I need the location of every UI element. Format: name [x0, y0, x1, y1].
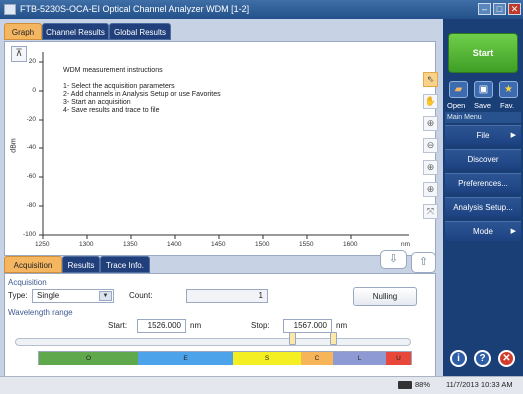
count-field[interactable]: 1 — [186, 289, 268, 303]
y-tick-label: -100 — [22, 231, 36, 238]
tab-channel-results[interactable]: Channel Results — [42, 23, 109, 40]
type-label: Type: — [8, 291, 28, 300]
save-label[interactable]: Save — [474, 101, 491, 110]
menu-discover[interactable]: Discover — [445, 149, 521, 169]
tab-trace-info[interactable]: Trace Info. — [100, 256, 150, 273]
tab-global-results[interactable]: Global Results — [109, 23, 171, 40]
main-area: Graph Channel Results Global Results ⊼ d… — [0, 19, 443, 388]
wavelength-group-label: Wavelength range — [8, 308, 73, 317]
y-tick-label: -80 — [26, 202, 36, 209]
band-strip: O E S C L U — [38, 351, 412, 365]
acquisition-panel: Acquisition Type: Single ▼ Count: 1 Null… — [4, 273, 436, 388]
band-l: L — [333, 352, 386, 365]
help-icon[interactable]: ? — [474, 350, 491, 367]
y-tick-label: -20 — [26, 116, 36, 123]
stop-slider-handle[interactable] — [330, 332, 337, 345]
favorites-label[interactable]: Fav. — [500, 101, 514, 110]
zoom-in-vertical-icon[interactable]: ⊕ — [423, 182, 438, 197]
zoom-box-icon[interactable]: ⊕ — [423, 116, 438, 131]
band-c: C — [301, 352, 333, 365]
start-button[interactable]: Start — [448, 33, 518, 73]
power-icon — [398, 381, 412, 389]
y-tick-label: 0 — [32, 87, 36, 94]
chevron-down-icon: ▼ — [99, 291, 112, 301]
x-tick-label: 1400 — [167, 241, 182, 248]
menu-mode[interactable]: Mode ▶ — [445, 221, 521, 241]
band-e: E — [138, 352, 233, 365]
tab-results[interactable]: Results — [62, 256, 100, 273]
zoom-full-icon[interactable]: ⤧ — [423, 204, 438, 219]
side-panel: Start ▰ ▣ ★ Open Save Fav. Main Menu Fil… — [443, 19, 523, 376]
title-bar: FTB-5230S-OCA-EI Optical Channel Analyze… — [0, 0, 523, 19]
status-bar: 88% 11/7/2013 10:33 AM — [0, 376, 523, 394]
save-icon[interactable]: ▣ — [474, 81, 493, 98]
exit-icon[interactable]: ✕ — [498, 350, 515, 367]
close-button[interactable]: ✕ — [508, 3, 521, 15]
cursor-arrow-icon[interactable]: ⇖ — [423, 72, 438, 87]
nulling-button[interactable]: Nulling — [353, 287, 417, 306]
battery-level: 88% — [415, 380, 431, 389]
x-tick-label: 1350 — [123, 241, 138, 248]
info-icon[interactable]: i — [450, 350, 467, 367]
band-s: S — [233, 352, 301, 365]
menu-analysis-setup[interactable]: Analysis Setup... — [445, 197, 521, 217]
instructions-title: WDM measurement instructions — [63, 67, 163, 74]
pan-hand-icon[interactable]: ✋ — [423, 94, 438, 109]
stop-wavelength-field[interactable]: 1567.000 — [283, 319, 332, 333]
wavelength-range-slider[interactable] — [15, 338, 411, 346]
instruction-line: 2- Add channels in Analysis Setup or use… — [63, 91, 221, 98]
status-datetime: 11/7/2013 10:33 AM — [446, 380, 513, 389]
y-tick-label: 20 — [28, 58, 36, 65]
acquisition-group-label: Acquisition — [8, 278, 47, 287]
app-icon — [4, 4, 16, 15]
type-value: Single — [37, 291, 60, 300]
start-unit: nm — [190, 321, 202, 330]
start-wavelength-field[interactable]: 1526.000 — [137, 319, 186, 333]
open-label[interactable]: Open — [447, 101, 465, 110]
x-tick-label: 1550 — [299, 241, 314, 248]
x-unit-label: nm — [401, 241, 411, 248]
trace-plot[interactable] — [5, 42, 437, 257]
expand-panel-icon[interactable]: ⇧ — [411, 252, 436, 273]
chevron-right-icon: ▶ — [510, 132, 516, 139]
y-tick-label: -40 — [26, 144, 36, 151]
start-label: Start: — [108, 321, 128, 330]
instruction-line: 1- Select the acquisition parameters — [63, 83, 175, 90]
zoom-in-horizontal-icon[interactable]: ⊕ — [423, 160, 438, 175]
main-menu-header: Main Menu — [445, 112, 521, 123]
x-tick-label: 1450 — [211, 241, 226, 248]
tab-acquisition[interactable]: Acquisition — [4, 256, 62, 273]
graph-panel: ⊼ dBm 20 0 -20 -40 -60 -80 -100 1250 130… — [4, 41, 438, 257]
open-icon[interactable]: ▰ — [449, 81, 468, 98]
x-tick-label: 1600 — [343, 241, 358, 248]
menu-preferences[interactable]: Preferences... — [445, 173, 521, 193]
stop-label: Stop: — [251, 321, 270, 330]
minimize-button[interactable]: – — [478, 3, 491, 15]
band-u: U — [386, 352, 411, 365]
favorites-star-icon[interactable]: ★ — [499, 81, 518, 98]
stop-unit: nm — [336, 321, 348, 330]
y-tick-label: -60 — [26, 173, 36, 180]
tab-graph[interactable]: Graph — [4, 23, 42, 40]
chevron-right-icon: ▶ — [510, 228, 516, 235]
count-label: Count: — [129, 291, 153, 300]
start-slider-handle[interactable] — [289, 332, 296, 345]
menu-file[interactable]: File ▶ — [445, 125, 521, 145]
x-tick-label: 1250 — [35, 241, 50, 248]
band-o: O — [39, 352, 138, 365]
instruction-line: 3- Start an acquisition — [63, 99, 131, 106]
maximize-button[interactable]: □ — [493, 3, 506, 15]
x-tick-label: 1300 — [79, 241, 94, 248]
window-title: FTB-5230S-OCA-EI Optical Channel Analyze… — [20, 4, 250, 14]
zoom-out-icon[interactable]: ⊖ — [423, 138, 438, 153]
type-select[interactable]: Single ▼ — [32, 289, 114, 303]
x-tick-label: 1500 — [255, 241, 270, 248]
collapse-panel-icon[interactable]: ⇩ — [380, 250, 407, 269]
instruction-line: 4- Save results and trace to file — [63, 107, 160, 114]
